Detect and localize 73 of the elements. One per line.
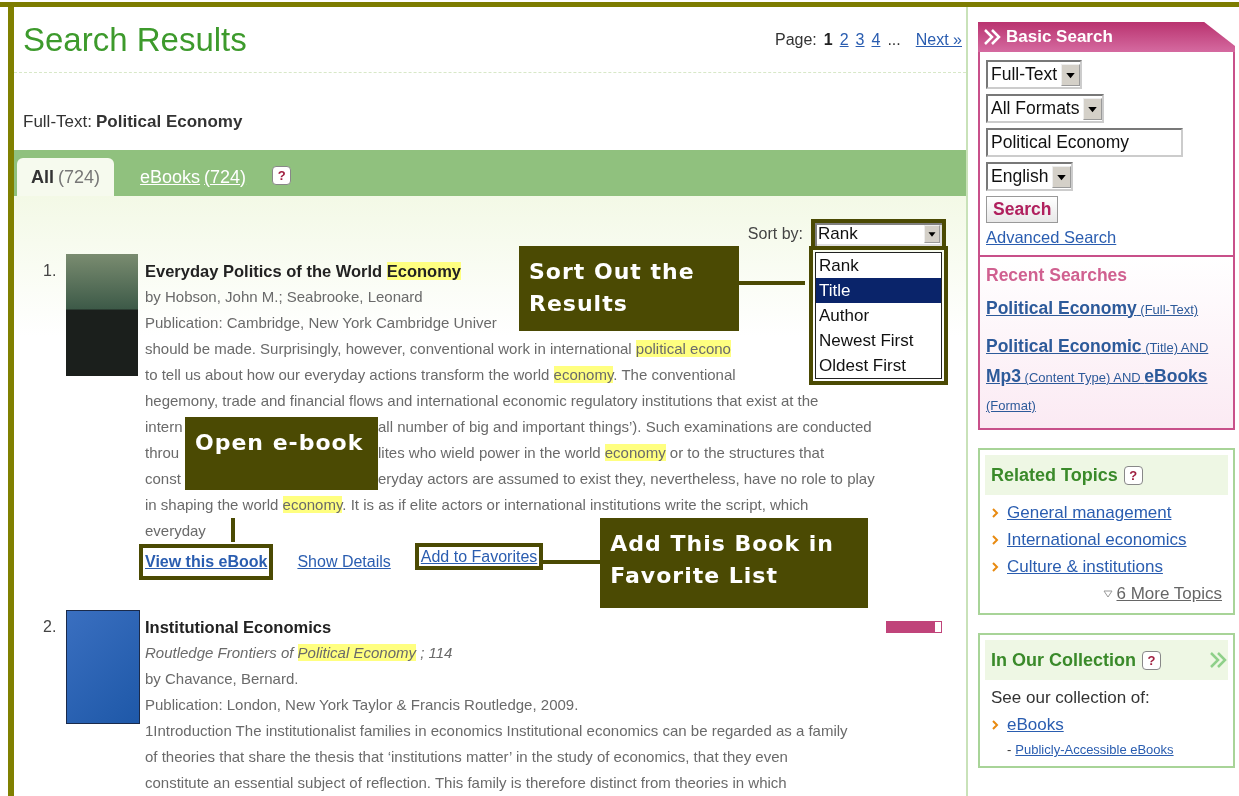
chevron-icon xyxy=(991,535,999,545)
sort-option[interactable]: Title xyxy=(816,277,941,303)
sort-label: Sort by: xyxy=(747,225,803,243)
query-text: Full-Text: Political Economy xyxy=(23,111,243,132)
help-button[interactable]: ? xyxy=(1142,650,1161,670)
publication-line: Publication: Cambridge, New York Cambridge Univer xyxy=(145,313,497,333)
page-link[interactable]: 4 xyxy=(871,30,881,49)
result-link[interactable]: Add to Favorites xyxy=(414,543,544,570)
abstract-text: const xyxy=(145,469,182,489)
abstract-text: all number of big and important things’). Such examinations are conducted xyxy=(378,417,872,437)
page-link[interactable]: 3 xyxy=(855,30,865,49)
more-topics-link[interactable]: 6 More Topics xyxy=(1116,584,1222,604)
dropdown-field[interactable]: English xyxy=(986,162,1074,191)
next-link[interactable]: Next » xyxy=(915,30,962,49)
result-number: 2. xyxy=(43,617,58,637)
help-button[interactable]: ? xyxy=(1123,465,1143,485)
result-number: 1. xyxy=(43,261,58,281)
dropdown-field[interactable]: All Formats xyxy=(986,94,1105,123)
abstract-text: intern xyxy=(145,417,184,437)
topic-link[interactable]: International economics xyxy=(1007,530,1187,550)
sort-option[interactable]: Newest First xyxy=(816,327,941,353)
caret-icon xyxy=(924,225,940,243)
publication-line: Publication: London, New York Taylor & Francis Routledge, 2009. xyxy=(145,695,579,715)
advanced-search-link[interactable]: Advanced Search xyxy=(986,228,1117,247)
result-link[interactable]: View this eBook xyxy=(139,544,274,580)
caret-icon xyxy=(1052,165,1072,188)
page-title: Search Results xyxy=(23,20,247,59)
chevron-icon xyxy=(991,720,999,730)
recent-search-link[interactable]: Political Economic (Title) AND Mp3 (Content Type) AND eBooks (Format) xyxy=(986,332,1227,420)
dash-marker: - xyxy=(1007,742,1012,757)
caret-icon xyxy=(1083,97,1103,120)
callout: Open e-book xyxy=(185,417,378,490)
recent-search-link[interactable]: Political Economy (Full-Text) xyxy=(986,294,1227,324)
search-button[interactable]: Search xyxy=(986,196,1059,223)
section-title: Recent Searches xyxy=(986,265,1129,286)
caret-icon xyxy=(1061,63,1081,86)
book-cover[interactable] xyxy=(66,254,138,376)
author-line: by Hobson, John M.; Seabrooke, Leonard xyxy=(145,287,423,307)
double-chevron-icon xyxy=(1208,650,1228,670)
collection-link[interactable]: Publicly-Accessible eBooks xyxy=(1015,742,1174,757)
triangle-icon xyxy=(1103,590,1114,598)
result-title[interactable]: Institutional Economics xyxy=(145,614,332,640)
topic-link[interactable]: Culture & institutions xyxy=(1007,557,1163,577)
tab[interactable]: All (724) xyxy=(17,158,115,196)
abstract-text: lites who wield power in the world economy or to the structures that xyxy=(378,443,825,463)
panel-header: Basic Search xyxy=(978,22,1235,52)
page-link[interactable]: 1 xyxy=(823,30,833,49)
abstract-text: eryday actors are assumed to exist they, nevertheless, have no role to play xyxy=(378,469,875,489)
chevron-icon xyxy=(991,562,999,572)
result-title[interactable]: Everyday Politics of the World Economy xyxy=(145,258,462,284)
callout: Sort Out the Results xyxy=(519,245,739,331)
page-ellipsis: ... xyxy=(887,30,901,49)
author-line: by Chavance, Bernard. xyxy=(145,669,299,689)
collection-link[interactable]: eBooks xyxy=(1007,715,1064,735)
double-chevron-icon xyxy=(982,27,1002,47)
sort-option[interactable]: Rank xyxy=(816,252,941,278)
dropdown-field[interactable]: Full-Text xyxy=(986,60,1083,89)
result-link[interactable]: Show Details xyxy=(291,544,397,580)
callout: Add This Book in Favorite List xyxy=(600,518,869,608)
sort-option[interactable]: Author xyxy=(816,302,941,328)
sort-option[interactable]: Oldest First xyxy=(816,352,941,378)
page-label: Page: xyxy=(774,30,817,49)
panel-title: Related Topics xyxy=(991,464,1118,486)
series-line: Routledge Frontiers of Political Economy ; 114 xyxy=(145,643,453,663)
page-link[interactable]: 2 xyxy=(839,30,849,49)
abstract-text: throu xyxy=(145,443,181,463)
book-cover[interactable] xyxy=(66,610,140,724)
topic-link[interactable]: General management xyxy=(1007,503,1172,523)
search-field[interactable]: Political Economy xyxy=(986,128,1183,157)
intro-text: See our collection of: xyxy=(991,688,1151,708)
chevron-icon xyxy=(991,508,999,518)
help-button[interactable]: ? xyxy=(272,166,292,185)
panel-title: In Our Collection xyxy=(991,649,1136,671)
